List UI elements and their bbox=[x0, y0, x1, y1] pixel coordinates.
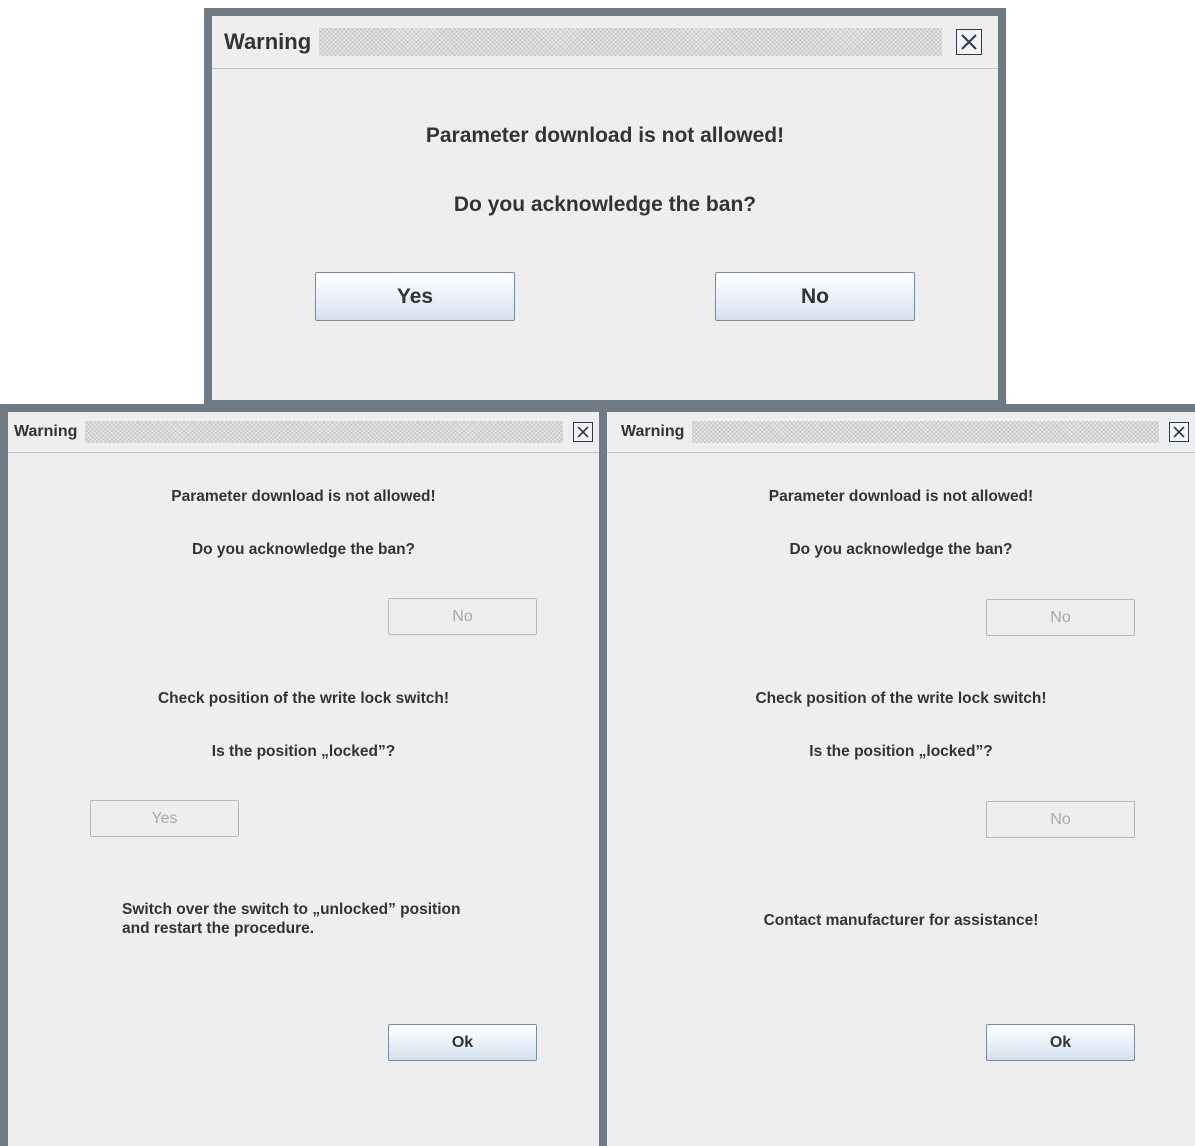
message-acknowledge-ban: Do you acknowledge the ban? bbox=[789, 541, 1013, 558]
message-switch-unlocked: Switch over the switch to „unlocked” pos… bbox=[122, 901, 461, 938]
yes-button-disabled: Yes bbox=[90, 800, 239, 837]
message-download-not-allowed: Parameter download is not allowed! bbox=[768, 488, 1034, 505]
no-button-disabled-2: No bbox=[986, 801, 1135, 838]
close-x-icon bbox=[961, 34, 977, 50]
message-acknowledge-ban: Do you acknowledge the ban? bbox=[191, 541, 416, 558]
warning-dialog-right: Warning Parameter download is not allowe… bbox=[599, 404, 1195, 1146]
no-button-disabled: No bbox=[388, 598, 537, 635]
message-check-write-lock: Check position of the write lock switch! bbox=[157, 690, 450, 707]
close-button[interactable] bbox=[1169, 422, 1189, 442]
title-grip bbox=[692, 421, 1159, 443]
message-download-not-allowed: Parameter download is not allowed! bbox=[171, 488, 436, 505]
close-button[interactable] bbox=[956, 29, 982, 55]
title-grip bbox=[319, 28, 942, 56]
yes-button[interactable]: Yes bbox=[315, 272, 515, 321]
ok-button[interactable]: Ok bbox=[388, 1024, 537, 1061]
no-button-disabled: No bbox=[986, 599, 1135, 636]
message-position-locked: Is the position „locked”? bbox=[211, 743, 396, 760]
no-button[interactable]: No bbox=[715, 272, 915, 321]
dialog-title: Warning bbox=[14, 423, 78, 440]
close-button[interactable] bbox=[573, 422, 593, 442]
title-grip bbox=[85, 421, 563, 443]
message-contact-manufacturer: Contact manufacturer for assistance! bbox=[763, 912, 1039, 929]
close-x-icon bbox=[1173, 426, 1185, 438]
dialog-title: Warning bbox=[621, 423, 685, 440]
close-x-icon bbox=[577, 426, 589, 438]
message-acknowledge-ban: Do you acknowledge the ban? bbox=[453, 193, 757, 216]
dialog-titlebar[interactable]: Warning bbox=[212, 16, 998, 69]
message-position-locked: Is the position „locked”? bbox=[809, 743, 993, 760]
dialog-title: Warning bbox=[224, 29, 312, 54]
warning-dialog-left: Warning Parameter download is not allowe… bbox=[0, 404, 607, 1146]
ok-button[interactable]: Ok bbox=[986, 1024, 1135, 1061]
warning-dialog-top: Warning Parameter download is not allowe… bbox=[204, 8, 1006, 408]
dialog-titlebar[interactable]: Warning bbox=[8, 412, 599, 453]
dialog-titlebar[interactable]: Warning bbox=[607, 412, 1195, 453]
message-download-not-allowed: Parameter download is not allowed! bbox=[425, 124, 785, 147]
message-check-write-lock: Check position of the write lock switch! bbox=[755, 690, 1047, 707]
